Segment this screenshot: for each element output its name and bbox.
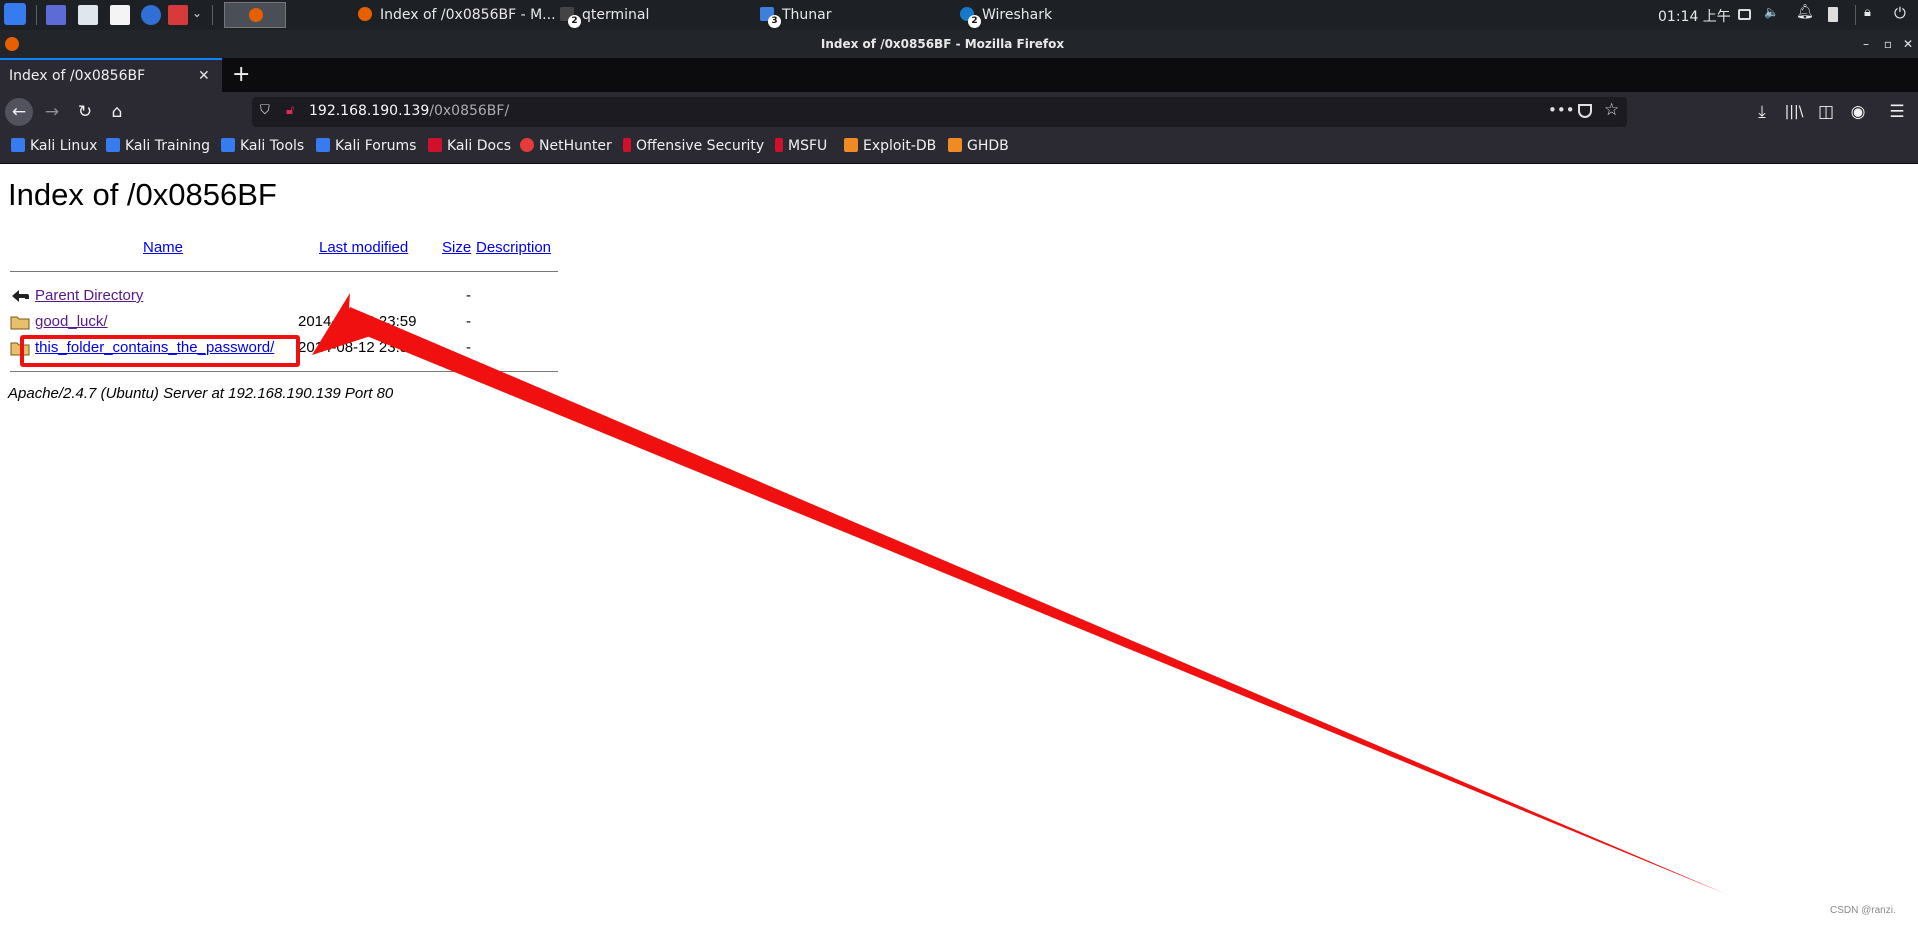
url-text[interactable]: 192.168.190.139/0x0856BF/ [309, 103, 509, 119]
bookmark-offensive-security[interactable]: Offensive Security [623, 138, 764, 154]
taskbar-separator [36, 5, 37, 25]
bookmark-label: Kali Forums [335, 138, 417, 154]
bookmark-kali-docs[interactable]: Kali Docs [428, 138, 511, 154]
account-icon[interactable]: ◉ [1846, 100, 1870, 124]
bookmark-exploit-db[interactable]: Exploit-DB [844, 138, 936, 154]
bookmark-label: Kali Tools [240, 138, 305, 154]
lock-screen-icon[interactable]: 🔒︎ [1864, 5, 1878, 20]
bookmark-kali-training[interactable]: Kali Training [106, 138, 210, 154]
task-qterminal[interactable]: qterminal 2 [560, 3, 650, 28]
tab-strip: Index of /0x0856BF ✕ + [0, 58, 1918, 92]
insecure-connection-icon[interactable]: 🔓︎ [286, 103, 294, 118]
maximize-icon[interactable]: ▫ [1880, 36, 1896, 52]
taskbar-separator [212, 5, 213, 25]
reload-icon[interactable]: ↻ [73, 100, 97, 124]
forward-icon[interactable]: → [40, 100, 64, 124]
launcher-dropdown-icon[interactable]: ⌄ [192, 6, 202, 20]
library-icon[interactable]: |||\ [1782, 100, 1806, 124]
tab-index-of[interactable]: Index of /0x0856BF ✕ [0, 58, 222, 92]
volume-muted-icon[interactable]: 🔈 [1764, 5, 1779, 19]
bookmark-label: Offensive Security [636, 138, 765, 154]
bookmark-nethunter[interactable]: NetHunter [520, 138, 612, 154]
task-label: Wireshark [982, 7, 1053, 23]
clock[interactable]: 01:14 上午 [1658, 6, 1731, 26]
new-tab-icon[interactable]: + [232, 62, 250, 87]
back-icon[interactable]: ← [5, 98, 33, 126]
bookmark-ghdb[interactable]: GHDB [948, 138, 1009, 154]
show-desktop-icon[interactable] [46, 5, 66, 25]
task-thunar[interactable]: Thunar 3 [760, 3, 832, 28]
window-count-badge: 2 [968, 15, 981, 28]
task-label: Thunar [782, 7, 832, 23]
task-wireshark[interactable]: Wireshark 2 [960, 3, 1053, 28]
browser-launcher-icon[interactable] [141, 5, 161, 25]
bookmarks-toolbar: Kali Linux Kali Training Kali Tools Kali… [0, 132, 1918, 164]
system-taskbar: ⌄ Index of /0x0856BF - M... qterminal 2 … [0, 0, 1918, 30]
downloads-icon[interactable]: ⤓ [1750, 100, 1774, 124]
kali-docs-icon [428, 138, 442, 152]
bookmark-label: MSFU [788, 138, 828, 154]
text-editor-icon[interactable] [110, 5, 130, 25]
nethunter-icon [520, 138, 534, 152]
battery-icon[interactable] [1828, 7, 1838, 22]
bookmark-label: NetHunter [539, 138, 612, 154]
bookmark-kali-tools[interactable]: Kali Tools [221, 138, 304, 154]
bookmark-label: Kali Training [125, 138, 210, 154]
menu-icon[interactable]: ☰ [1885, 100, 1909, 124]
bookmark-kali-linux[interactable]: Kali Linux [11, 138, 97, 154]
kali-dragon-icon [11, 138, 25, 152]
bookmark-kali-forums[interactable]: Kali Forums [316, 138, 416, 154]
taskbar-separator [1855, 5, 1856, 25]
url-path: /0x0856BF/ [429, 103, 510, 119]
close-window-icon[interactable]: ✕ [1900, 36, 1916, 52]
bookmark-label: GHDB [967, 138, 1009, 154]
offsec-icon [623, 138, 631, 152]
close-tab-icon[interactable]: ✕ [198, 68, 210, 84]
bookmark-label: Exploit-DB [863, 138, 937, 154]
window-count-badge: 3 [768, 15, 781, 28]
task-label: qterminal [582, 7, 650, 23]
bookmark-star-icon[interactable]: ☆ [1604, 100, 1619, 120]
kali-dragon-icon [316, 138, 330, 152]
bookmark-label: Kali Docs [447, 138, 512, 154]
annotation-arrow [312, 293, 1726, 894]
pocket-icon[interactable] [1578, 104, 1592, 118]
bookmark-label: Kali Linux [30, 138, 98, 154]
exploit-db-icon [948, 138, 962, 152]
navigation-toolbar: ← → ↻ ⌂ ⛉ 🔓︎ 192.168.190.139/0x0856BF/ •… [0, 92, 1918, 132]
kali-dragon-icon [106, 138, 120, 152]
window-title: Index of /0x0856BF - Mozilla Firefox [820, 37, 1065, 51]
task-firefox[interactable]: Index of /0x0856BF - M... [358, 3, 556, 27]
file-manager-icon[interactable] [78, 5, 98, 25]
logout-icon[interactable]: ⏻ [1894, 4, 1908, 22]
tracking-protection-icon[interactable]: ⛉ [260, 103, 270, 118]
exploit-db-icon [844, 138, 858, 152]
window-titlebar[interactable]: Index of /0x0856BF - Mozilla Firefox – ▫… [0, 30, 1918, 58]
watermark: CSDN @ranzi. [1830, 905, 1896, 916]
kali-menu-icon[interactable] [4, 3, 26, 25]
notification-bell-icon[interactable]: 🔔︎ [1796, 4, 1814, 20]
firefox-workspace-icon [249, 8, 263, 22]
kali-dragon-icon [221, 138, 235, 152]
task-label: Index of /0x0856BF - M... [380, 7, 556, 23]
page-content: Index of /0x0856BF Name Last modified Si… [0, 165, 1918, 926]
workspace-switcher[interactable] [224, 2, 286, 28]
home-icon[interactable]: ⌂ [105, 100, 129, 124]
url-bar[interactable]: ⛉ 🔓︎ 192.168.190.139/0x0856BF/ ••• ☆ [252, 97, 1627, 127]
offsec-icon [775, 138, 783, 152]
screen-icon[interactable] [1738, 9, 1751, 20]
firefox-icon [358, 7, 372, 21]
page-actions-icon[interactable]: ••• [1548, 101, 1575, 119]
sidebar-icon[interactable]: ◫ [1814, 100, 1838, 124]
terminal-launcher-icon[interactable] [168, 5, 188, 25]
tab-title: Index of /0x0856BF [9, 68, 146, 84]
url-host: 192.168.190.139 [309, 103, 430, 119]
minimize-icon[interactable]: – [1858, 36, 1874, 52]
window-count-badge: 2 [568, 15, 581, 28]
bookmark-msfu[interactable]: MSFU [775, 138, 827, 154]
